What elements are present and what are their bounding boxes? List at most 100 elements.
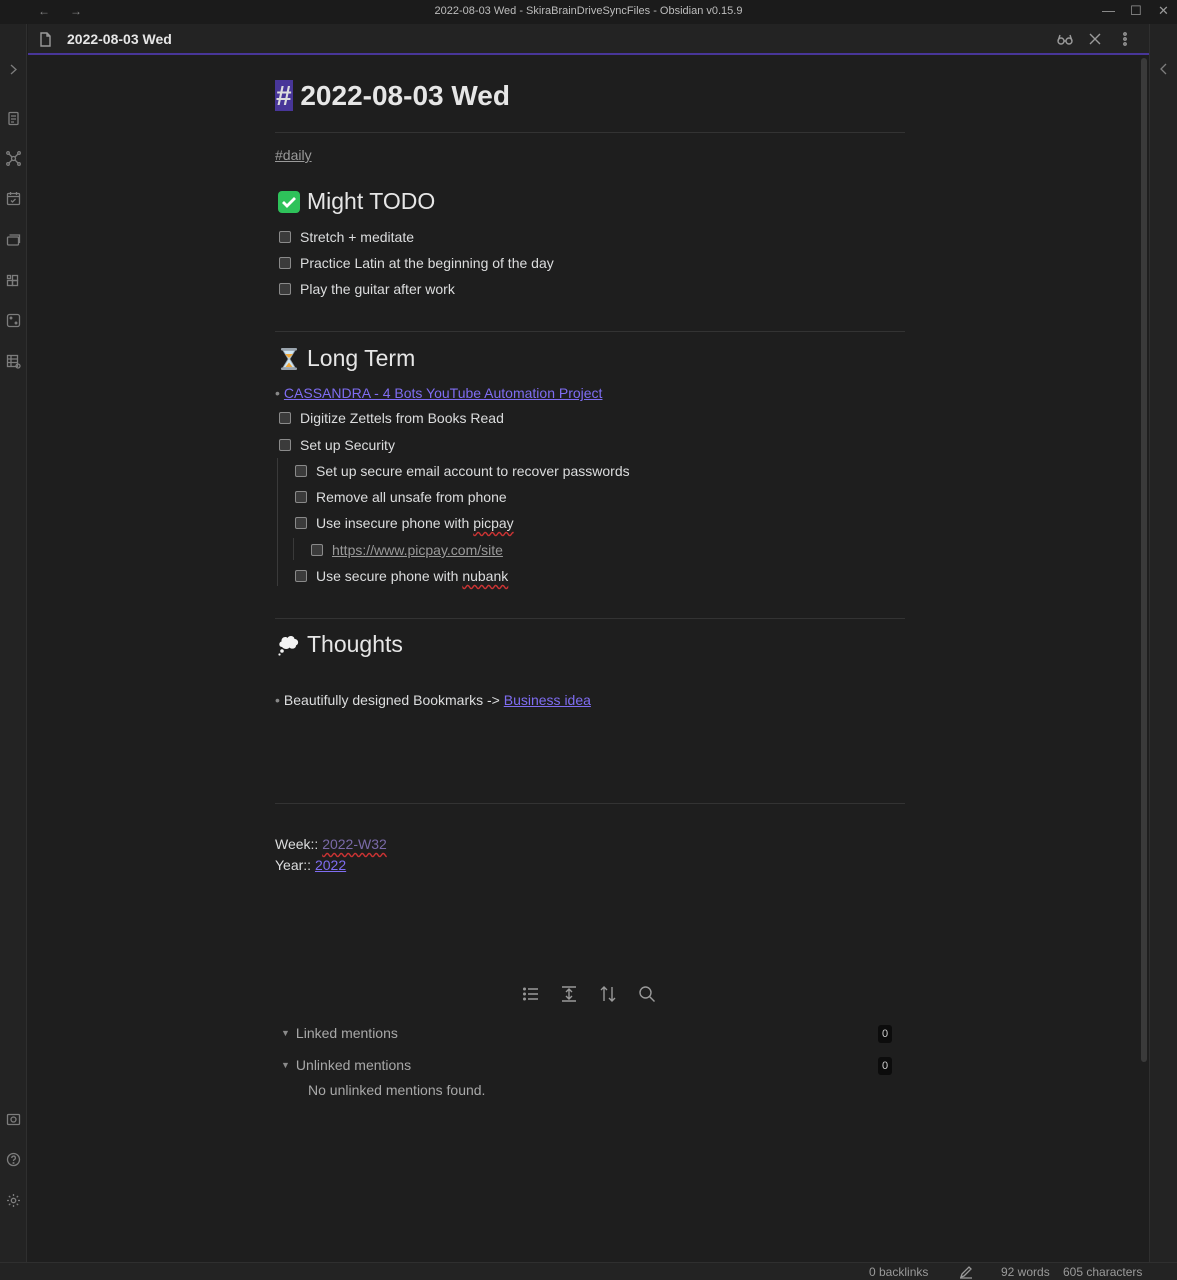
- task-text: Remove all unsafe from phone: [316, 489, 507, 505]
- hourglass-icon: [281, 347, 297, 370]
- daily-note-icon[interactable]: [6, 191, 21, 206]
- slides-icon[interactable]: [6, 232, 21, 247]
- task-item: Play the guitar after work: [279, 281, 455, 297]
- unlinked-mentions-count: 0: [878, 1057, 892, 1075]
- bullet-dot: •: [275, 692, 280, 708]
- editor-pane[interactable]: [28, 57, 1139, 1262]
- daily-tag[interactable]: #daily: [275, 147, 312, 163]
- note-heading: # 2022-08-03 Wed: [275, 80, 510, 112]
- task-item: Practice Latin at the beginning of the d…: [279, 255, 554, 271]
- status-bar: 0 backlinks 92 words 605 characters: [0, 1262, 1177, 1280]
- task-checkbox[interactable]: [295, 465, 307, 477]
- external-url-link[interactable]: https://www.picpay.com/site: [332, 542, 503, 558]
- view-header: 2022-08-03 Wed: [28, 24, 1149, 55]
- word-count: 92 words: [1001, 1265, 1050, 1279]
- list-text: Beautifully designed Bookmarks ->: [283, 692, 504, 708]
- task-checkbox[interactable]: [279, 283, 291, 295]
- task-text: Set up secure email account to recover p…: [316, 463, 630, 479]
- thought-balloon-icon: [278, 635, 299, 656]
- expand-sidebar-icon[interactable]: [6, 62, 21, 77]
- task-item: Use secure phone with nubank: [295, 568, 508, 584]
- collapse-triangle-icon: ▼: [281, 1060, 290, 1070]
- task-item: Remove all unsafe from phone: [295, 489, 507, 505]
- view-header-title[interactable]: 2022-08-03 Wed: [67, 31, 172, 47]
- task-checkbox[interactable]: [279, 412, 291, 424]
- plugin-blocks-icon[interactable]: [6, 273, 21, 288]
- section-divider: [275, 331, 905, 332]
- no-unlinked-mentions-text: No unlinked mentions found.: [308, 1082, 486, 1098]
- settings-gear-icon[interactable]: [6, 1193, 21, 1208]
- task-text: Digitize Zettels from Books Read: [300, 410, 504, 426]
- unlinked-mentions-label: Unlinked mentions: [295, 1057, 412, 1073]
- collapse-results-list-icon[interactable]: [522, 985, 540, 1003]
- left-ribbon: [0, 24, 27, 1262]
- indent-guide: [277, 458, 278, 586]
- list-item: • CASSANDRA - 4 Bots YouTube Automation P…: [275, 385, 602, 401]
- year-link[interactable]: 2022: [315, 857, 346, 873]
- indent-guide: [293, 538, 294, 560]
- scrollbar-thumb[interactable]: [1141, 58, 1147, 1062]
- internal-link[interactable]: CASSANDRA - 4 Bots YouTube Automation Pr…: [284, 385, 603, 401]
- section-divider: [275, 618, 905, 619]
- linked-mentions-label: Linked mentions: [295, 1025, 398, 1041]
- check-mark-button-icon: [278, 190, 300, 213]
- task-text: Practice Latin at the beginning of the d…: [300, 255, 554, 271]
- footer-divider: [275, 803, 905, 804]
- misspelled-word: picpay: [473, 515, 514, 531]
- week-field: Week:: 2022-W32: [275, 836, 387, 852]
- help-icon[interactable]: [6, 1152, 21, 1167]
- week-label: Week::: [275, 836, 323, 852]
- vault-icon[interactable]: [6, 1112, 21, 1127]
- year-label: Year::: [275, 857, 315, 873]
- task-text: Use secure phone with: [316, 568, 463, 584]
- task-checkbox[interactable]: [279, 231, 291, 243]
- close-window-button[interactable]: ✕: [1158, 3, 1169, 19]
- task-text: Use insecure phone with: [316, 515, 474, 531]
- title-bar: ← → 2022-08-03 Wed - SkiraBrainDriveSync…: [0, 0, 1177, 24]
- search-icon[interactable]: [638, 985, 656, 1003]
- task-checkbox[interactable]: [295, 570, 307, 582]
- section-title: Might TODO: [307, 188, 436, 214]
- linked-mentions-count: 0: [878, 1025, 892, 1043]
- reading-view-glasses-icon[interactable]: [1057, 31, 1073, 47]
- task-item: https://www.picpay.com/site: [311, 542, 503, 558]
- heading-text: 2022-08-03 Wed: [300, 80, 510, 111]
- maximize-button[interactable]: ☐: [1130, 3, 1142, 19]
- task-checkbox[interactable]: [295, 517, 307, 529]
- bullet-dot: •: [275, 385, 280, 401]
- section-heading-todo: Might TODO: [277, 188, 435, 215]
- sort-order-icon[interactable]: [599, 985, 617, 1003]
- random-note-icon[interactable]: [6, 313, 21, 328]
- backlinks-count[interactable]: 0 backlinks: [869, 1265, 928, 1279]
- table-settings-icon[interactable]: [6, 354, 21, 369]
- unlinked-mentions-toggle[interactable]: ▼ Unlinked mentions: [281, 1057, 411, 1073]
- task-checkbox[interactable]: [311, 544, 323, 556]
- task-item: Set up Security: [279, 437, 395, 453]
- task-checkbox[interactable]: [279, 257, 291, 269]
- graph-view-icon[interactable]: [6, 151, 21, 166]
- heading-hash-marker: #: [275, 80, 293, 111]
- task-checkbox[interactable]: [295, 491, 307, 503]
- expand-context-icon[interactable]: [560, 985, 578, 1003]
- task-text: Stretch + meditate: [300, 229, 415, 245]
- expand-right-sidebar-icon[interactable]: [1157, 62, 1171, 76]
- edit-pencil-icon[interactable]: [959, 1265, 973, 1279]
- list-item: • Beautifully designed Bookmarks -> Busin…: [275, 692, 591, 708]
- task-text: Set up Security: [300, 437, 395, 453]
- close-tab-icon[interactable]: [1087, 31, 1103, 47]
- task-item: Use insecure phone with picpay: [295, 515, 514, 531]
- year-field: Year:: 2022: [275, 857, 346, 873]
- task-text: Play the guitar after work: [300, 281, 455, 297]
- linked-mentions-toggle[interactable]: ▼ Linked mentions: [281, 1025, 398, 1041]
- section-heading-longterm: Long Term: [277, 345, 415, 372]
- quick-switcher-icon[interactable]: [6, 111, 21, 126]
- character-count: 605 characters: [1063, 1265, 1143, 1279]
- task-checkbox[interactable]: [279, 439, 291, 451]
- section-title: Thoughts: [307, 631, 403, 657]
- internal-link[interactable]: Business idea: [504, 692, 591, 708]
- more-options-icon[interactable]: [1117, 31, 1133, 47]
- minimize-button[interactable]: —: [1102, 3, 1115, 18]
- section-title: Long Term: [307, 345, 416, 371]
- week-link[interactable]: 2022-W32: [322, 836, 387, 852]
- task-item: Stretch + meditate: [279, 229, 414, 245]
